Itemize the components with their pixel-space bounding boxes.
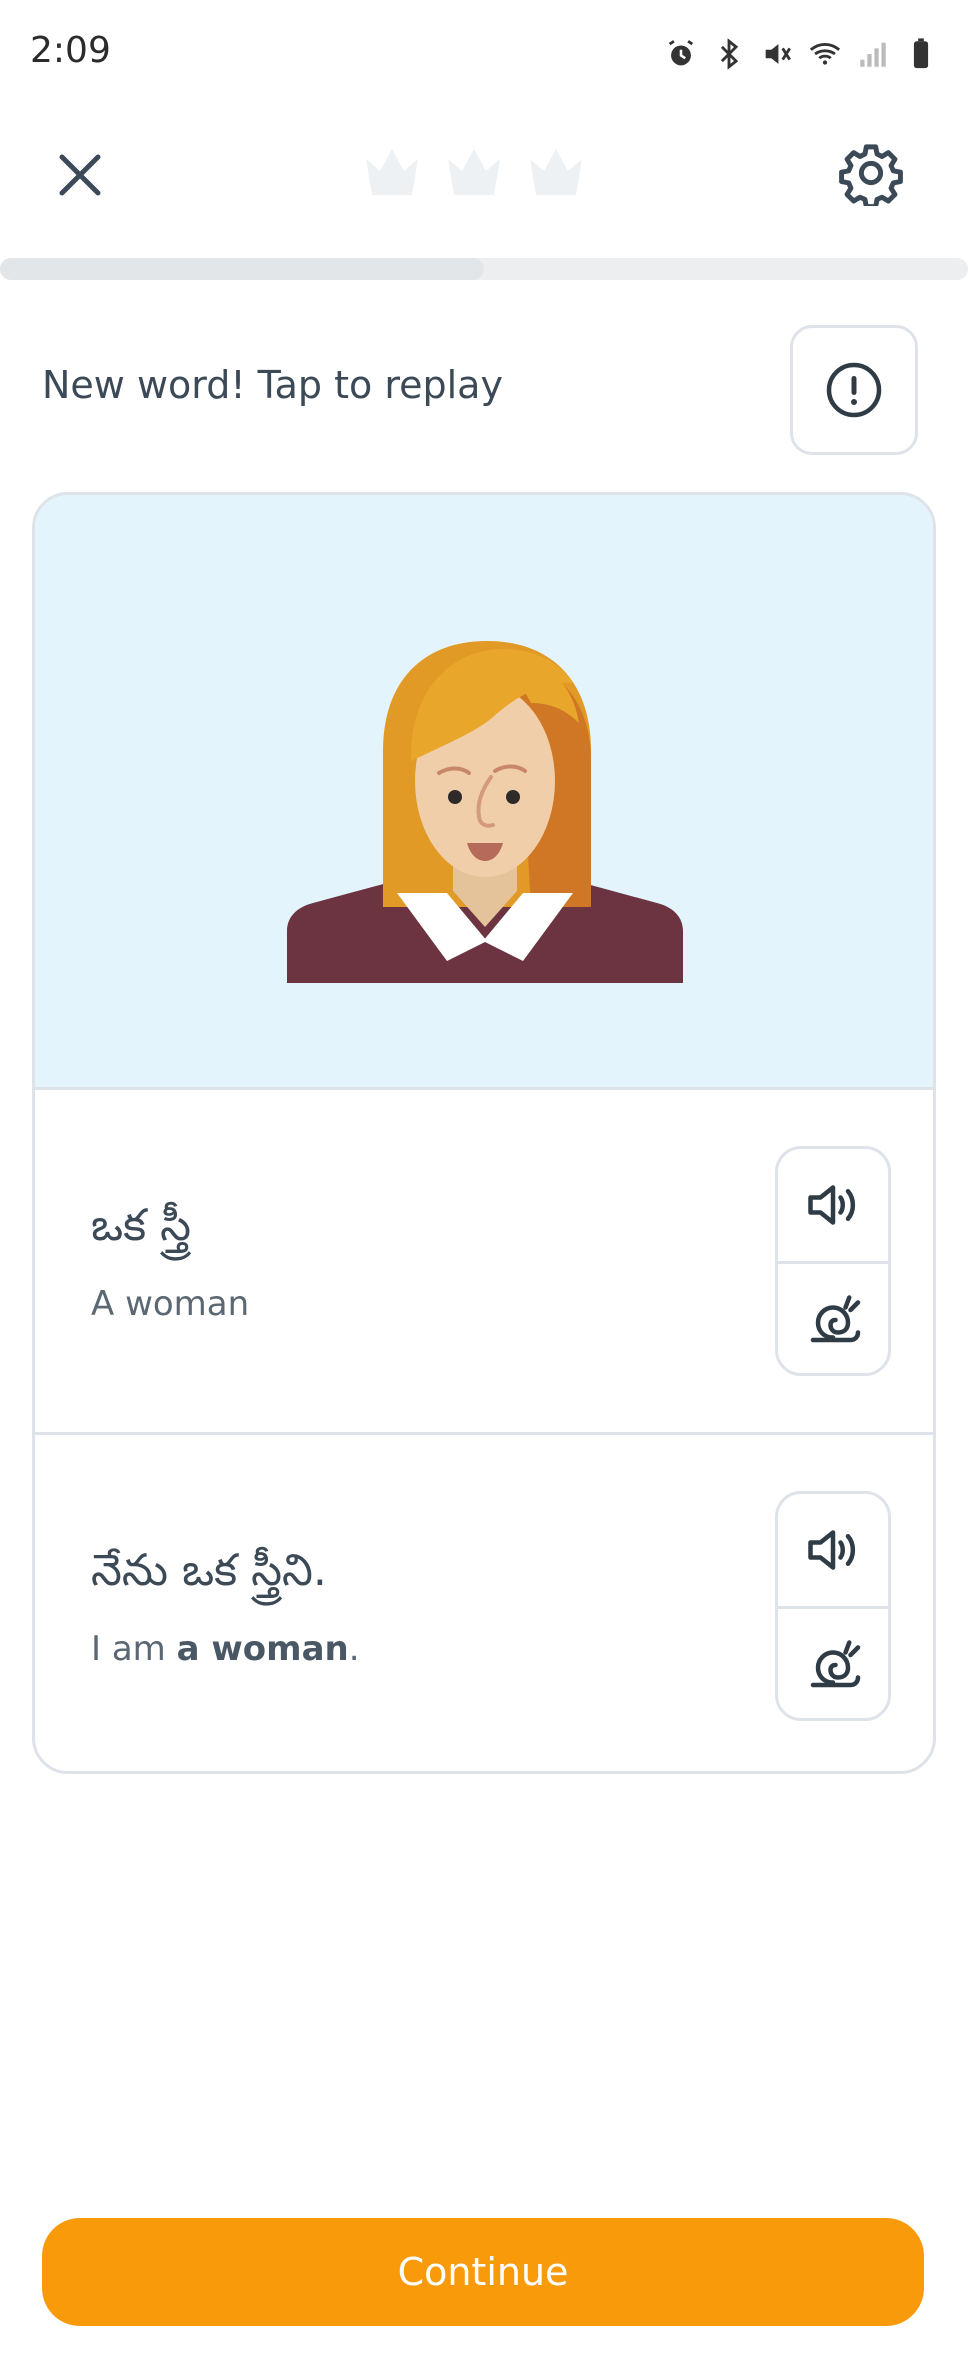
play-slow-audio-button[interactable] (778, 1606, 888, 1718)
gear-icon (839, 144, 903, 210)
translation-highlight: a woman (176, 1629, 349, 1669)
settings-button[interactable] (838, 140, 904, 210)
speaker-icon (808, 1530, 856, 1570)
sentence-translation: I am a woman. (91, 1629, 360, 1669)
crown-icon (366, 149, 418, 195)
sentence-row: నేను ఒక స్త్రీని. I am a woman. (35, 1435, 933, 1771)
close-icon (59, 154, 101, 196)
crowns (362, 143, 586, 199)
alarm-icon (668, 40, 694, 66)
close-button[interactable] (50, 145, 110, 205)
translation: A woman (91, 1284, 250, 1324)
native-sentence: నేను ఒక స్త్రీని. (91, 1545, 327, 1596)
snail-icon (810, 1640, 861, 1688)
native-word: ఒక స్త్రీ (91, 1200, 192, 1251)
translation-suffix: . (348, 1629, 360, 1669)
status-time: 2:09 (30, 30, 111, 71)
word-card: ఒక స్త్రీ A woman నేను ఒక స్త్రీని. I am… (32, 492, 936, 1774)
play-audio-button[interactable] (778, 1494, 888, 1606)
speaker-icon (808, 1185, 856, 1225)
alert-circle-icon (826, 362, 882, 418)
woman-illustration (287, 641, 683, 983)
signal-icon (860, 42, 886, 67)
audio-controls (775, 1146, 891, 1376)
prompt-text[interactable]: New word! Tap to replay (42, 363, 503, 407)
report-button[interactable] (790, 325, 918, 455)
status-icons (664, 34, 938, 74)
crown-icon (448, 149, 500, 195)
continue-button[interactable]: Continue (42, 2218, 924, 2326)
crown-icon (530, 149, 582, 195)
translation-prefix: I am (91, 1629, 177, 1669)
play-slow-audio-button[interactable] (778, 1261, 888, 1373)
illustration-panel[interactable] (35, 495, 933, 1090)
play-audio-button[interactable] (778, 1149, 888, 1261)
word-row: ఒక స్త్రీ A woman (35, 1090, 933, 1435)
snail-icon (810, 1295, 861, 1343)
mute-icon (765, 44, 791, 64)
progress-fill (0, 258, 484, 280)
audio-controls (775, 1491, 891, 1721)
battery-icon (913, 38, 929, 69)
bluetooth-icon (720, 38, 739, 70)
wifi-icon (809, 43, 841, 65)
